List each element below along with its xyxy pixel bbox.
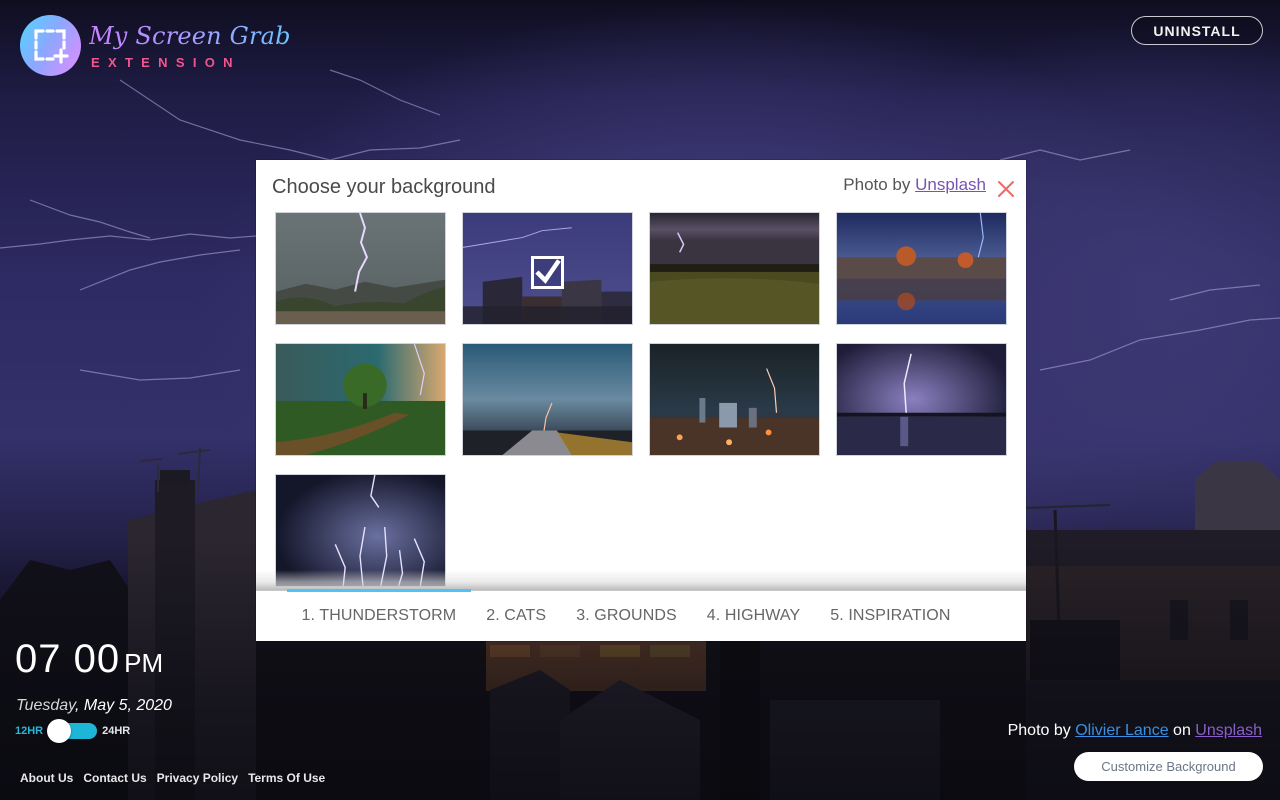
privacy-policy-link[interactable]: Privacy Policy	[157, 771, 238, 785]
date-display: Tuesday, May 5, 2020	[16, 697, 172, 714]
close-icon[interactable]	[996, 178, 1016, 198]
time-format-toggle-row: 12HR 24HR	[15, 719, 130, 743]
background-picker-dialog: Choose your background Photo by Unsplash	[256, 160, 1026, 641]
category-tabs: 1. THUNDERSTORM 2. CATS 3. GROUNDS 4. HI…	[256, 588, 1026, 642]
dialog-photo-credit: Photo by Unsplash	[843, 175, 986, 195]
clock: 07 00 PM	[15, 637, 163, 682]
dialog-header: Choose your background Photo by Unsplash	[256, 160, 1026, 210]
credit-middle: on	[1173, 722, 1191, 739]
screen-grab-icon	[20, 15, 81, 76]
uninstall-button[interactable]: UNINSTALL	[1131, 16, 1263, 45]
switch-knob[interactable]	[47, 719, 72, 743]
thumbnail-lightning-over-road[interactable]	[462, 343, 633, 456]
footer-links: About Us Contact Us Privacy Policy Terms…	[20, 771, 325, 785]
thumbnail-lightning-over-lake-houses[interactable]	[836, 212, 1007, 325]
unsplash-link[interactable]: Unsplash	[915, 175, 986, 194]
tab-inspiration[interactable]: 5. INSPIRATION	[815, 591, 965, 642]
thumbnail-lightning-over-water[interactable]	[836, 343, 1007, 456]
tab-cats[interactable]: 2. CATS	[471, 591, 561, 642]
thumbnail-lightning-over-city[interactable]	[649, 343, 820, 456]
logo-subtitle: EXTENSION	[91, 55, 241, 70]
tabs-divider-shadow	[256, 570, 1026, 590]
thumbnail-lightning-behind-tree[interactable]	[275, 343, 446, 456]
unsplash-site-link[interactable]: Unsplash	[1195, 722, 1262, 739]
extension-logo: My Screen Grab EXTENSION	[20, 15, 291, 76]
thumbnail-lightning-over-mountains[interactable]	[275, 212, 446, 325]
background-photo-credit: Photo by Olivier Lance on Unsplash	[1008, 722, 1262, 740]
format-12hr-label[interactable]: 12HR	[15, 725, 43, 737]
format-24hr-label[interactable]: 24HR	[102, 725, 130, 737]
date-text: May 5, 2020	[83, 697, 172, 714]
tab-highway[interactable]: 4. HIGHWAY	[692, 591, 815, 642]
terms-of-use-link[interactable]: Terms Of Use	[248, 771, 325, 785]
contact-us-link[interactable]: Contact Us	[83, 771, 146, 785]
dialog-title: Choose your background	[272, 176, 496, 198]
clock-time: 07 00	[15, 637, 121, 681]
logo-title: My Screen Grab	[89, 22, 291, 50]
credit-prefix: Photo by	[1007, 722, 1071, 739]
thumbnail-lightning-over-grass-field[interactable]	[649, 212, 820, 325]
time-format-switch[interactable]	[47, 719, 98, 743]
about-us-link[interactable]: About Us	[20, 771, 73, 785]
customize-background-button[interactable]: Customize Background	[1074, 752, 1263, 781]
thumbnail-grid	[275, 212, 1007, 587]
tab-grounds[interactable]: 3. GROUNDS	[561, 591, 692, 642]
selected-checkmark-icon	[531, 256, 564, 289]
day-of-week: Tuesday	[16, 697, 75, 714]
photographer-link[interactable]: Olivier Lance	[1075, 722, 1168, 739]
tab-thunderstorm[interactable]: 1. THUNDERSTORM	[286, 588, 472, 642]
thumbnail-lightning-over-rooftops[interactable]	[462, 212, 633, 325]
clock-ampm: PM	[124, 648, 164, 678]
photo-credit-prefix: Photo by	[843, 175, 911, 194]
